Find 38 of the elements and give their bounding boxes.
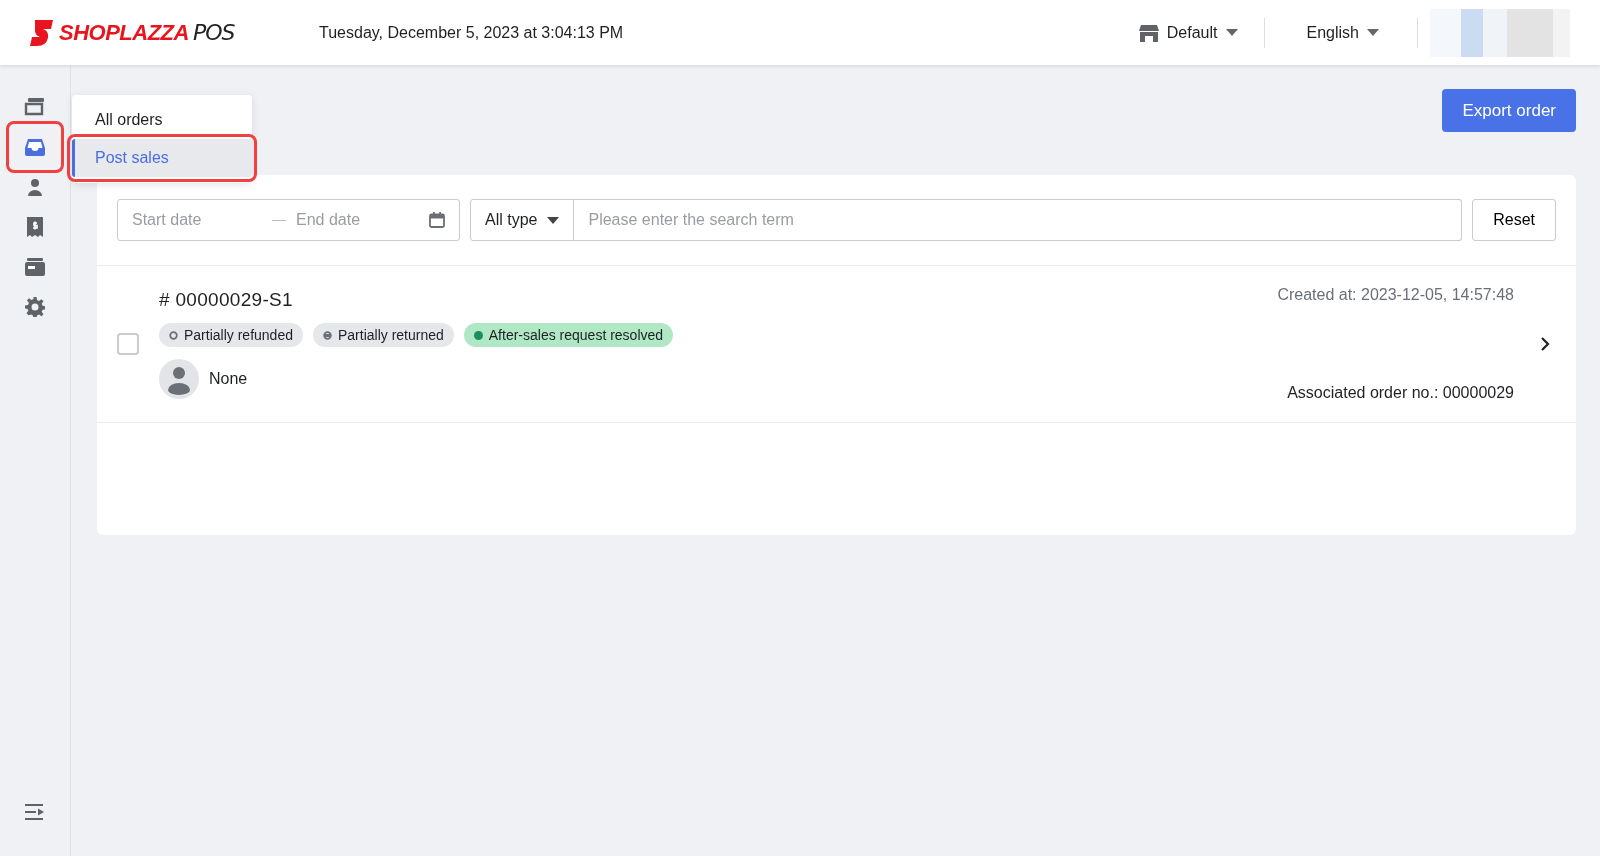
submenu-item[interactable]: All orders bbox=[72, 101, 252, 139]
order-row[interactable]: # 00000029-S1 Partially refunded Partially returned After-sales request resolved None Created at: 2023-12-05, 14:57:48 Associated order no.: 00000029 bbox=[97, 266, 1576, 423]
receipt-icon bbox=[27, 217, 43, 237]
person-icon bbox=[26, 178, 44, 196]
start-date-placeholder: Start date bbox=[132, 211, 203, 229]
status-tag: After-sales request resolved bbox=[463, 323, 674, 347]
associated-order-number: Associated order no.: 00000029 bbox=[1287, 384, 1514, 402]
order-number: # 00000029-S1 bbox=[159, 289, 294, 311]
logo-product-text: POS bbox=[192, 20, 235, 45]
avatar-icon bbox=[159, 359, 199, 399]
caret-icon bbox=[547, 216, 560, 224]
created-date: Created at: 2023-12-05, 14:57:48 bbox=[1277, 286, 1514, 304]
language-selector[interactable]: English bbox=[1276, 23, 1405, 42]
status-tag: Partially refunded bbox=[159, 323, 303, 347]
caret-icon bbox=[1225, 29, 1238, 36]
inbox-icon bbox=[25, 138, 45, 156]
status-tag: Partially returned bbox=[312, 323, 454, 347]
export-order-button[interactable]: Export order bbox=[1442, 89, 1576, 132]
date-time: Tuesday, December 5, 2023 at 3:04:13 PM bbox=[319, 23, 624, 42]
search-field[interactable]: Please enter the search term bbox=[574, 199, 1463, 241]
store-icon bbox=[1138, 23, 1159, 42]
range-dash bbox=[272, 219, 286, 221]
caret-icon bbox=[1367, 29, 1379, 36]
reset-button[interactable]: Reset bbox=[1472, 199, 1556, 241]
cards-icon bbox=[24, 97, 46, 117]
calendar-icon bbox=[429, 212, 445, 228]
end-date-placeholder: End date bbox=[296, 211, 362, 229]
customer-name: None bbox=[209, 370, 248, 388]
settings-icon bbox=[25, 297, 45, 317]
checkbox[interactable] bbox=[117, 333, 139, 355]
wallet-icon bbox=[25, 258, 45, 276]
chevron-right-icon bbox=[1540, 336, 1550, 352]
logo-icon bbox=[29, 18, 55, 47]
expand-menu-icon bbox=[25, 803, 45, 821]
type-dropdown[interactable]: All type bbox=[470, 199, 575, 241]
store-selector[interactable]: Default bbox=[1124, 23, 1252, 42]
logo-text: SHOPLAZZA bbox=[59, 19, 189, 46]
sidebar-item[interactable] bbox=[6, 121, 64, 173]
